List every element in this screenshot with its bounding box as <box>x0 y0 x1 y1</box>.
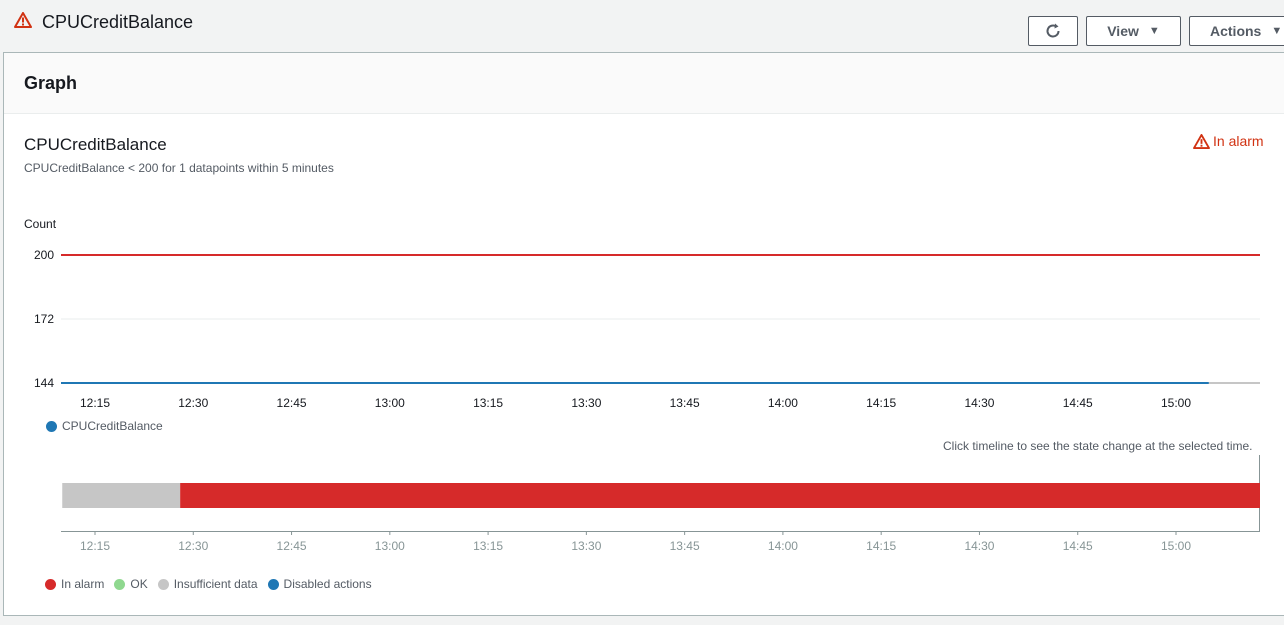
x-tick-label: 13:15 <box>473 396 503 410</box>
insufficient-swatch <box>157 578 169 590</box>
warning-icon <box>14 12 32 33</box>
refresh-icon <box>1046 23 1060 38</box>
legend-label: Insufficient data <box>173 577 258 591</box>
legend-item-insufficient: Insufficient data <box>157 577 258 591</box>
x-tick-label: 14:00 <box>768 396 798 410</box>
legend-item-ok: OK <box>114 577 148 591</box>
y-tick-label: 200 <box>34 248 54 262</box>
series-swatch <box>46 420 57 432</box>
x-tick-label: 13:30 <box>571 396 601 410</box>
actions-label: Actions <box>1210 23 1262 39</box>
legend-label: OK <box>130 577 148 591</box>
x-tick-label: 12:30 <box>178 396 208 410</box>
alarm-swatch <box>45 578 56 590</box>
x-tick-label: 13:15 <box>473 539 503 553</box>
alarm-state-label: In alarm <box>1213 133 1264 149</box>
x-tick-label: 12:15 <box>80 396 110 410</box>
legend-label: In alarm <box>61 577 105 591</box>
x-tick-label: 12:45 <box>277 396 307 410</box>
disabled-swatch <box>267 578 279 590</box>
x-tick-label: 14:45 <box>1063 396 1093 410</box>
alarm-header: CPUCreditBalance View ▼ Actions ▼ <box>0 0 1284 52</box>
metric-line-chart[interactable]: Count 200 172 144 12:15 12:30 12:45 13:00 13:15 1… <box>4 213 1284 443</box>
alarm-title-group: CPUCreditBalance <box>14 12 193 33</box>
chart-legend: CPUCreditBalance <box>46 419 173 433</box>
ok-swatch <box>114 578 126 590</box>
x-tick-label: 14:15 <box>866 396 896 410</box>
graph-panel: Graph CPUCreditBalance CPUCreditBalance … <box>3 52 1284 616</box>
chart-title: CPUCreditBalance <box>24 135 167 154</box>
view-dropdown-button[interactable]: View ▼ <box>1086 16 1181 46</box>
x-tick-label: 14:30 <box>964 396 994 410</box>
x-tick-label: 14:00 <box>768 539 798 553</box>
x-tick-label: 15:00 <box>1161 539 1191 553</box>
legend-item-series[interactable]: CPUCreditBalance <box>46 419 163 433</box>
timeline-hint: Click timeline to see the state change a… <box>943 439 1253 453</box>
y-tick-label: 172 <box>34 312 54 326</box>
caret-down-icon: ▼ <box>1148 25 1160 37</box>
x-tick-label: 13:00 <box>375 396 405 410</box>
legend-series-label: CPUCreditBalance <box>62 419 163 433</box>
actions-dropdown-button[interactable]: Actions ▼ <box>1189 16 1284 46</box>
x-tick-label: 13:00 <box>375 539 405 553</box>
timeline-segment <box>62 483 181 508</box>
legend-item-disabled: Disabled actions <box>267 577 372 591</box>
x-tick-label: 14:45 <box>1063 539 1093 553</box>
refresh-button[interactable] <box>1028 16 1078 46</box>
view-label: View <box>1107 23 1139 39</box>
x-tick-label: 12:30 <box>178 539 208 553</box>
panel-heading: Graph <box>24 72 78 93</box>
y-axis-label: Count <box>24 217 57 231</box>
x-tick-label: 12:45 <box>277 539 307 553</box>
x-tick-label: 13:30 <box>571 539 601 553</box>
alarm-name: CPUCreditBalance <box>42 12 194 32</box>
x-tick-label: 14:30 <box>964 539 994 553</box>
x-tick-label: 14:15 <box>866 539 896 553</box>
y-tick-label: 144 <box>34 376 54 390</box>
caret-down-icon: ▼ <box>1271 25 1283 37</box>
alarm-state-indicator: In alarm <box>1193 133 1264 149</box>
chart-subtitle: CPUCreditBalance < 200 for 1 datapoints … <box>24 161 334 175</box>
x-tick-label: 12:15 <box>80 539 110 553</box>
state-timeline[interactable]: 12:15 12:30 12:45 13:00 13:15 13:30 13:45 14:00… <box>4 455 1284 560</box>
warning-icon <box>1193 133 1210 149</box>
x-tick-label: 13:45 <box>670 396 700 410</box>
legend-label: Disabled actions <box>283 577 372 591</box>
x-tick-label: 13:45 <box>670 539 700 553</box>
timeline-legend: In alarm OK Insufficient data Disabled a… <box>45 577 382 591</box>
timeline-segment <box>180 483 1261 508</box>
legend-item-in-alarm: In alarm <box>45 577 104 591</box>
panel-header: Graph <box>4 53 1284 114</box>
x-tick-label: 15:00 <box>1161 396 1191 410</box>
